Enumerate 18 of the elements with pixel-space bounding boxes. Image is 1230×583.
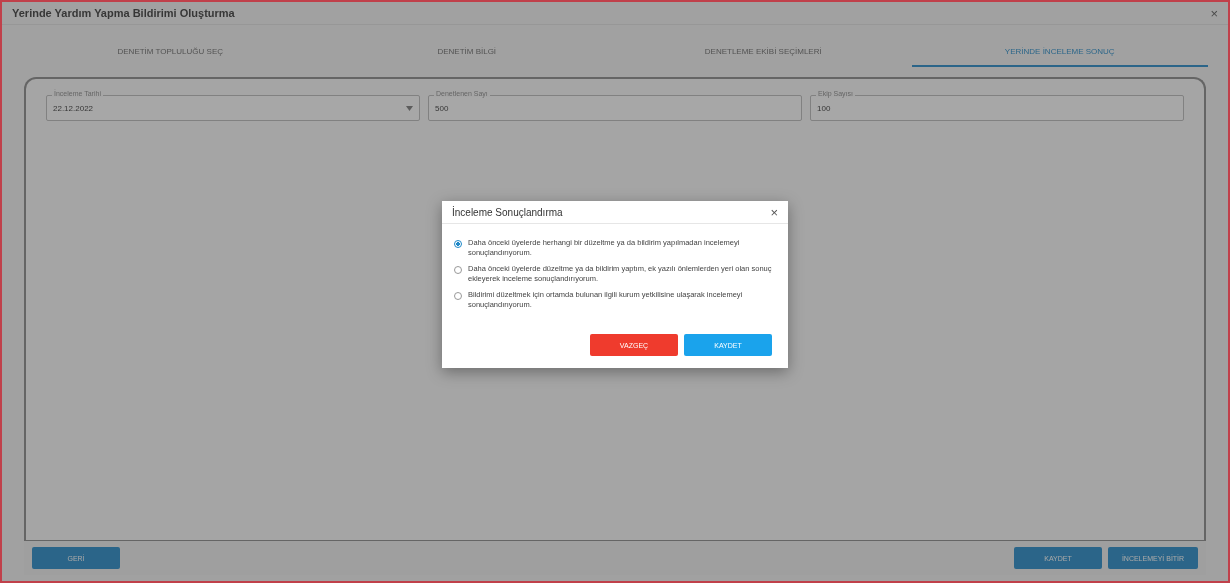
- field-value: 500: [435, 103, 450, 113]
- window-title: Yerinde Yardım Yapma Bildirimi Oluşturma: [12, 7, 235, 19]
- field-value: 100: [817, 103, 832, 113]
- radio-button[interactable]: [454, 266, 462, 274]
- tab[interactable]: DENETİM TOPLULUĞU SEÇ: [22, 37, 319, 67]
- date-select[interactable]: 22.12.2022: [46, 95, 420, 121]
- input-field[interactable]: 500: [428, 95, 802, 121]
- tab[interactable]: DENETLEME EKİBİ SEÇİMLERİ: [615, 37, 912, 67]
- close-button[interactable]: ×: [1210, 5, 1218, 21]
- radio-button[interactable]: [454, 240, 462, 248]
- dialog-title: İnceleme Sonuçlandırma: [452, 206, 563, 218]
- close-button[interactable]: ×: [770, 204, 778, 220]
- input-field[interactable]: 100: [810, 95, 1184, 121]
- caret-icon: [406, 105, 413, 111]
- radio-button[interactable]: [454, 292, 462, 300]
- tab[interactable]: YERİNDE İNCELEME SONUÇ: [911, 37, 1208, 67]
- tab[interactable]: DENETİM BİLGİ: [318, 37, 615, 67]
- field-value: 22.12.2022: [53, 103, 95, 113]
